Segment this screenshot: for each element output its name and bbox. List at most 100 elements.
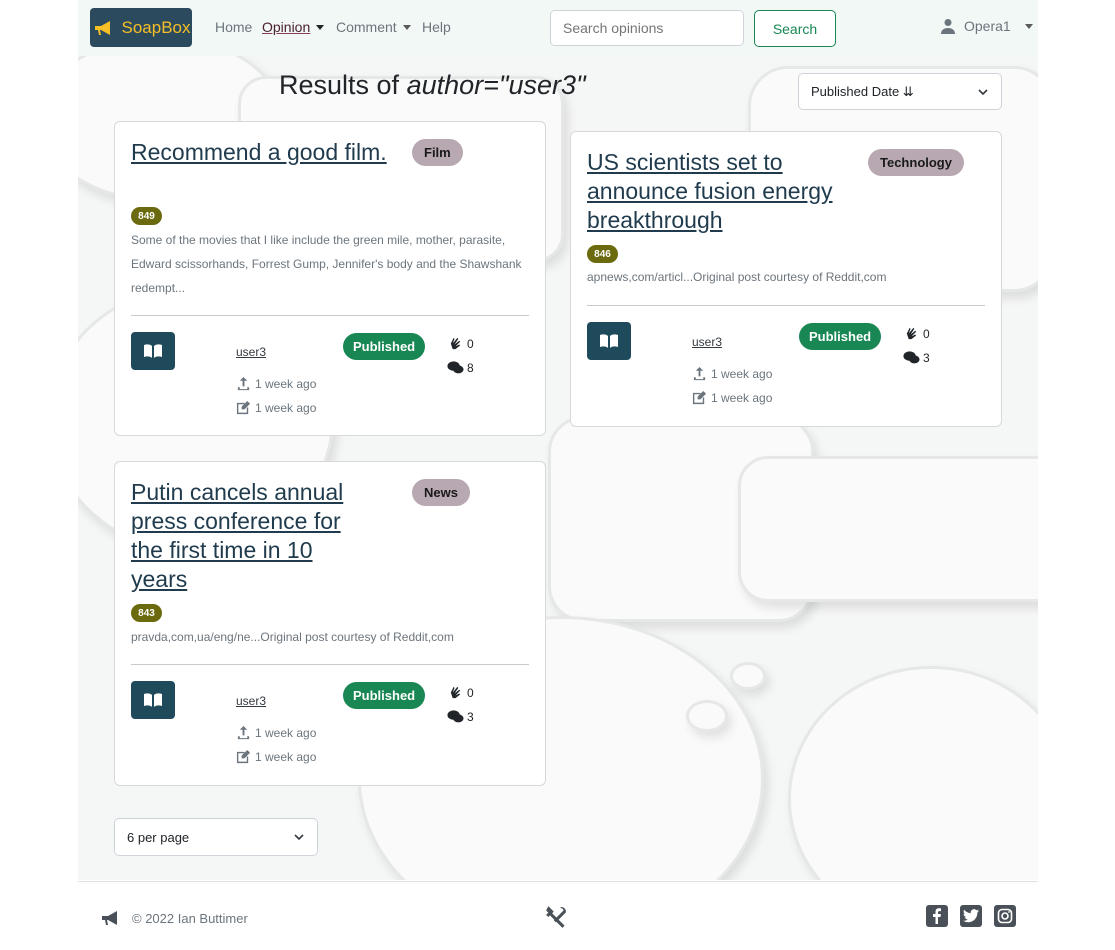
user-menu-dropdown[interactable]: Opera1: [940, 18, 1033, 34]
clapping-hands-icon: [450, 686, 461, 699]
edit-icon: [692, 390, 707, 405]
clapping-hands-icon: [450, 337, 461, 350]
published-time: 1 week ago: [255, 376, 317, 391]
edit-icon: [236, 749, 251, 764]
megaphone-icon: [94, 20, 110, 35]
nav-comment-dropdown[interactable]: Comment: [336, 19, 411, 35]
tools-icon: [546, 906, 566, 928]
twitter-icon[interactable]: [960, 905, 982, 927]
per-page-value: 6 per page: [127, 829, 190, 845]
read-opinion-button[interactable]: [587, 322, 631, 360]
category-tag[interactable]: Technology: [868, 149, 964, 176]
chevron-down-icon: [978, 88, 988, 95]
opinion-card: Recommend a good film. Film 849 Some of …: [114, 121, 546, 436]
instagram-icon[interactable]: [994, 905, 1016, 927]
author-link[interactable]: user3: [236, 694, 266, 708]
book-open-icon: [600, 334, 618, 348]
opinion-card: Putin cancels annual press conference fo…: [114, 461, 546, 786]
comments-icon: [447, 710, 464, 723]
opinion-excerpt: Some of the movies that I like include t…: [131, 233, 522, 295]
claps-count: 0: [447, 336, 474, 351]
chevron-down-icon: [1024, 23, 1033, 29]
social-links: [926, 905, 1016, 927]
brand-name: SoapBox: [121, 17, 191, 37]
page-title: Results of author="user3": [279, 70, 586, 101]
updated-row: 1 week ago: [692, 390, 772, 405]
comments-value: 3: [923, 350, 930, 365]
user-icon: [941, 19, 955, 34]
claps-value: 0: [467, 336, 474, 351]
author-link[interactable]: user3: [236, 345, 266, 359]
updated-time: 1 week ago: [255, 400, 317, 415]
per-page-select[interactable]: 6 per page: [114, 818, 318, 856]
search-button[interactable]: Search: [754, 10, 836, 47]
nav-help[interactable]: Help: [422, 19, 451, 35]
comments-count: 8: [447, 360, 474, 375]
sort-select[interactable]: Published Date ⇊: [798, 73, 1002, 110]
published-row: 1 week ago: [236, 376, 316, 391]
published-time: 1 week ago: [711, 366, 773, 381]
card-divider: [587, 305, 985, 306]
status-badge: Published: [799, 323, 882, 350]
results-query: author="user3": [406, 70, 586, 100]
book-open-icon: [144, 344, 162, 358]
comments-icon: [903, 351, 920, 364]
author-link[interactable]: user3: [692, 335, 722, 349]
chevron-down-icon: [402, 25, 411, 30]
opinion-title-link[interactable]: Putin cancels annual press conference fo…: [131, 478, 371, 594]
updated-time: 1 week ago: [711, 390, 773, 405]
nav-opinion-label: Opinion: [262, 19, 311, 35]
results-prefix: Results of: [279, 70, 407, 100]
opinion-excerpt: apnews,com/articl...Original post courte…: [587, 270, 887, 284]
nav-home[interactable]: Home: [215, 19, 252, 35]
updated-row: 1 week ago: [236, 749, 316, 764]
upload-icon: [237, 725, 250, 740]
megaphone-icon: [102, 911, 117, 925]
facebook-icon[interactable]: [926, 905, 948, 927]
chevron-down-icon: [294, 834, 304, 841]
comments-count: 3: [447, 709, 474, 724]
opinion-id-badge: 846: [587, 245, 618, 263]
footer-copyright-group: © 2022 Ian Buttimer: [98, 906, 248, 930]
copyright-text: © 2022 Ian Buttimer: [132, 910, 248, 926]
updated-time: 1 week ago: [255, 749, 317, 764]
opinion-card: US scientists set to announce fusion ene…: [570, 131, 1002, 427]
category-tag[interactable]: Film: [412, 139, 463, 166]
tools-link[interactable]: [544, 904, 570, 935]
book-open-icon: [144, 693, 162, 707]
nav-opinion-dropdown[interactable]: Opinion: [262, 19, 325, 35]
footer: © 2022 Ian Buttimer: [78, 881, 1038, 950]
card-divider: [131, 664, 529, 665]
opinion-title-link[interactable]: Recommend a good film.: [131, 138, 391, 167]
published-row: 1 week ago: [236, 725, 316, 740]
published-row: 1 week ago: [692, 366, 772, 381]
claps-count: 0: [903, 326, 930, 341]
user-name: Opera1: [964, 18, 1011, 34]
comments-count: 3: [903, 350, 930, 365]
comments-icon: [447, 361, 464, 374]
status-badge: Published: [343, 333, 426, 360]
claps-value: 0: [467, 685, 474, 700]
updated-row: 1 week ago: [236, 400, 316, 415]
sort-select-value: Published Date ⇊: [811, 83, 914, 99]
brand-logo[interactable]: SoapBox: [90, 8, 192, 47]
nav-comment-label: Comment: [336, 19, 397, 35]
status-badge: Published: [343, 682, 426, 709]
comments-value: 3: [467, 709, 474, 724]
search-input[interactable]: [550, 10, 744, 46]
upload-icon: [237, 376, 250, 391]
opinion-id-badge: 849: [131, 207, 162, 225]
page: SoapBox Home Opinion Comment Help Search…: [78, 0, 1038, 950]
category-tag[interactable]: News: [412, 479, 470, 506]
claps-count: 0: [447, 685, 474, 700]
opinion-id-badge: 843: [131, 604, 162, 622]
navbar: SoapBox Home Opinion Comment Help Search…: [78, 0, 1038, 56]
upload-icon: [693, 366, 706, 381]
read-opinion-button[interactable]: [131, 332, 175, 370]
clapping-hands-icon: [906, 327, 917, 340]
opinion-title-link[interactable]: US scientists set to announce fusion ene…: [587, 148, 849, 235]
comments-value: 8: [467, 360, 474, 375]
claps-value: 0: [923, 326, 930, 341]
chevron-down-icon: [316, 25, 325, 30]
read-opinion-button[interactable]: [131, 681, 175, 719]
